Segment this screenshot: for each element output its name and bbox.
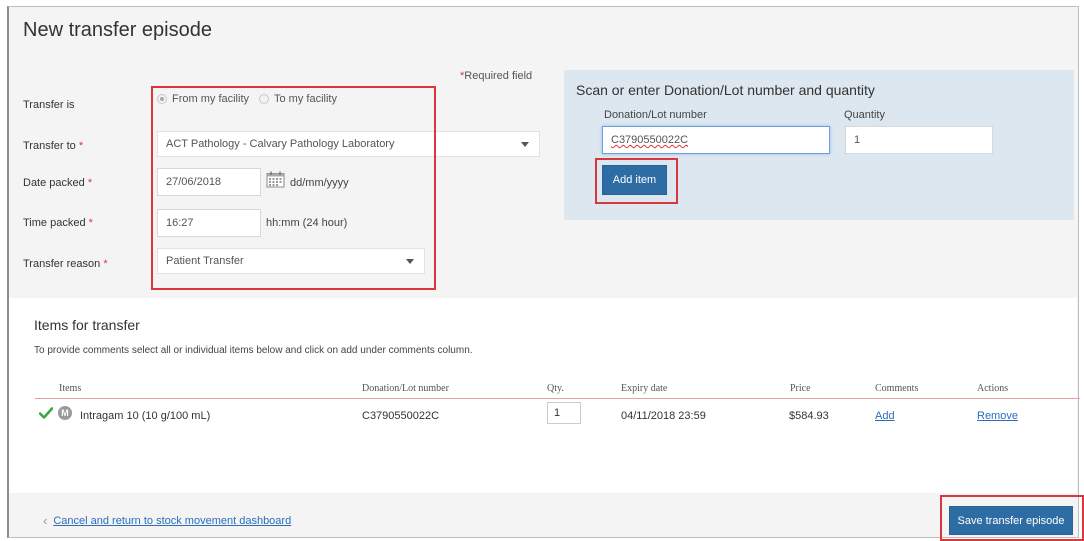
quantity-input[interactable]: 1 <box>845 126 993 154</box>
page-title: New transfer episode <box>23 19 212 41</box>
required-field-note: *Required field <box>460 70 533 82</box>
item-type-badge: M <box>58 406 72 420</box>
col-header-items: Items <box>59 383 82 394</box>
cancel-return-label[interactable]: Cancel and return to stock movement dash… <box>53 515 291 527</box>
item-qty-value: 1 <box>554 407 561 419</box>
items-title: Items for transfer <box>34 317 140 333</box>
form-highlight-box <box>151 86 436 290</box>
items-panel: Items for transfer To provide comments s… <box>9 298 1080 493</box>
item-lot-number: C3790550022C <box>362 410 440 422</box>
date-packed-label: Date packed * <box>23 177 93 189</box>
chevron-down-icon <box>521 142 529 147</box>
item-qty-input[interactable]: 1 <box>547 402 581 424</box>
transfer-is-label: Transfer is <box>23 99 75 111</box>
save-button-highlight-box <box>940 495 1084 541</box>
chevron-left-icon: ‹ <box>43 513 48 528</box>
col-header-actions: Actions <box>977 383 1009 394</box>
table-header-divider <box>35 398 1080 399</box>
donation-lot-label: Donation/Lot number <box>604 109 707 121</box>
item-expiry-date: 04/11/2018 23:59 <box>621 410 706 422</box>
quantity-label: Quantity <box>844 109 885 121</box>
donation-lot-value: C3790550022C <box>611 134 689 146</box>
item-price: $584.93 <box>789 410 829 422</box>
add-item-highlight-box <box>595 158 678 204</box>
cancel-return-link[interactable]: ‹ Cancel and return to stock movement da… <box>43 513 291 528</box>
col-header-qty: Qty. <box>547 383 564 394</box>
items-note: To provide comments select all or indivi… <box>34 345 473 356</box>
footer-bar: ‹ Cancel and return to stock movement da… <box>9 493 1077 537</box>
transfer-to-label: Transfer to * <box>23 140 84 152</box>
donation-lot-input[interactable]: C3790550022C <box>602 126 830 154</box>
col-header-lot: Donation/Lot number <box>362 383 449 394</box>
time-packed-label: Time packed * <box>23 217 93 229</box>
item-name: Intragam 10 (10 g/100 mL) <box>80 410 211 422</box>
remove-item-link[interactable]: Remove <box>977 410 1018 422</box>
col-header-expiry: Expiry date <box>621 383 668 394</box>
col-header-comments: Comments <box>875 383 919 394</box>
check-icon <box>39 407 53 419</box>
transfer-reason-label: Transfer reason * <box>23 258 108 270</box>
scan-panel-title: Scan or enter Donation/Lot number and qu… <box>576 82 875 98</box>
quantity-value: 1 <box>854 134 861 146</box>
col-header-price: Price <box>790 383 811 394</box>
add-comment-link[interactable]: Add <box>875 410 895 422</box>
